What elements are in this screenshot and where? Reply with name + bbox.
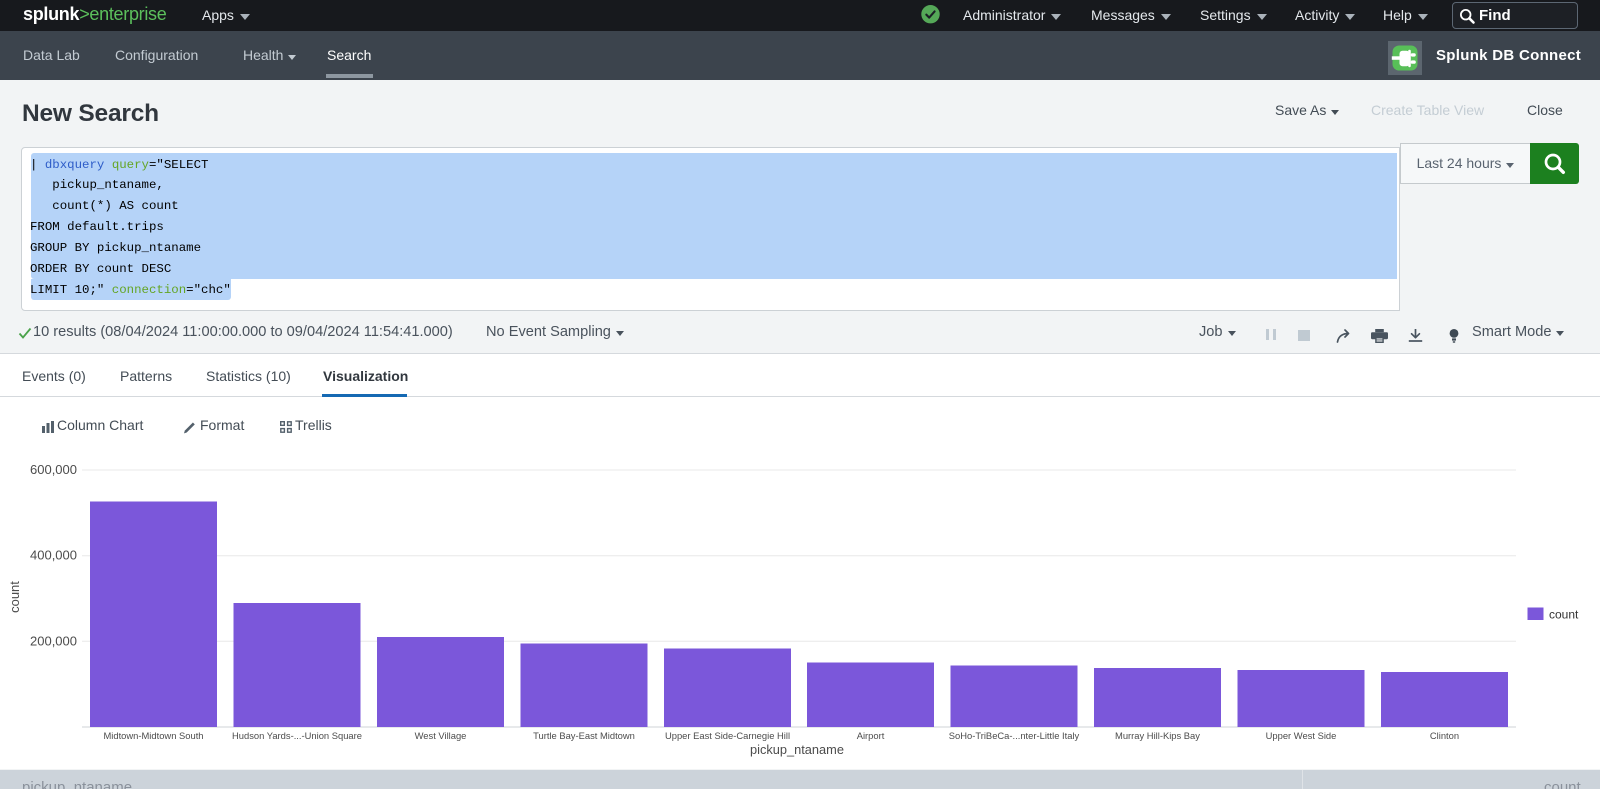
svg-text:Upper West Side: Upper West Side xyxy=(1266,730,1337,741)
svg-text:400,000: 400,000 xyxy=(30,548,77,563)
svg-text:200,000: 200,000 xyxy=(30,633,77,648)
svg-text:600,000: 600,000 xyxy=(30,462,77,477)
svg-text:count: count xyxy=(7,581,22,613)
svg-text:count: count xyxy=(1549,608,1579,622)
svg-text:pickup_ntaname: pickup_ntaname xyxy=(750,742,844,757)
svg-text:Midtown-Midtown South: Midtown-Midtown South xyxy=(103,730,203,741)
svg-text:Hudson Yards-...-Union Square: Hudson Yards-...-Union Square xyxy=(232,730,362,741)
svg-text:Murray Hill-Kips Bay: Murray Hill-Kips Bay xyxy=(1115,730,1200,741)
svg-text:Turtle Bay-East Midtown: Turtle Bay-East Midtown xyxy=(533,730,635,741)
svg-text:West Village: West Village xyxy=(415,730,467,741)
svg-text:Clinton: Clinton xyxy=(1430,730,1459,741)
svg-text:Upper East Side-Carnegie Hill: Upper East Side-Carnegie Hill xyxy=(665,730,790,741)
svg-text:SoHo-TriBeCa-...nter-Little It: SoHo-TriBeCa-...nter-Little Italy xyxy=(949,730,1080,741)
svg-text:Airport: Airport xyxy=(857,730,885,741)
